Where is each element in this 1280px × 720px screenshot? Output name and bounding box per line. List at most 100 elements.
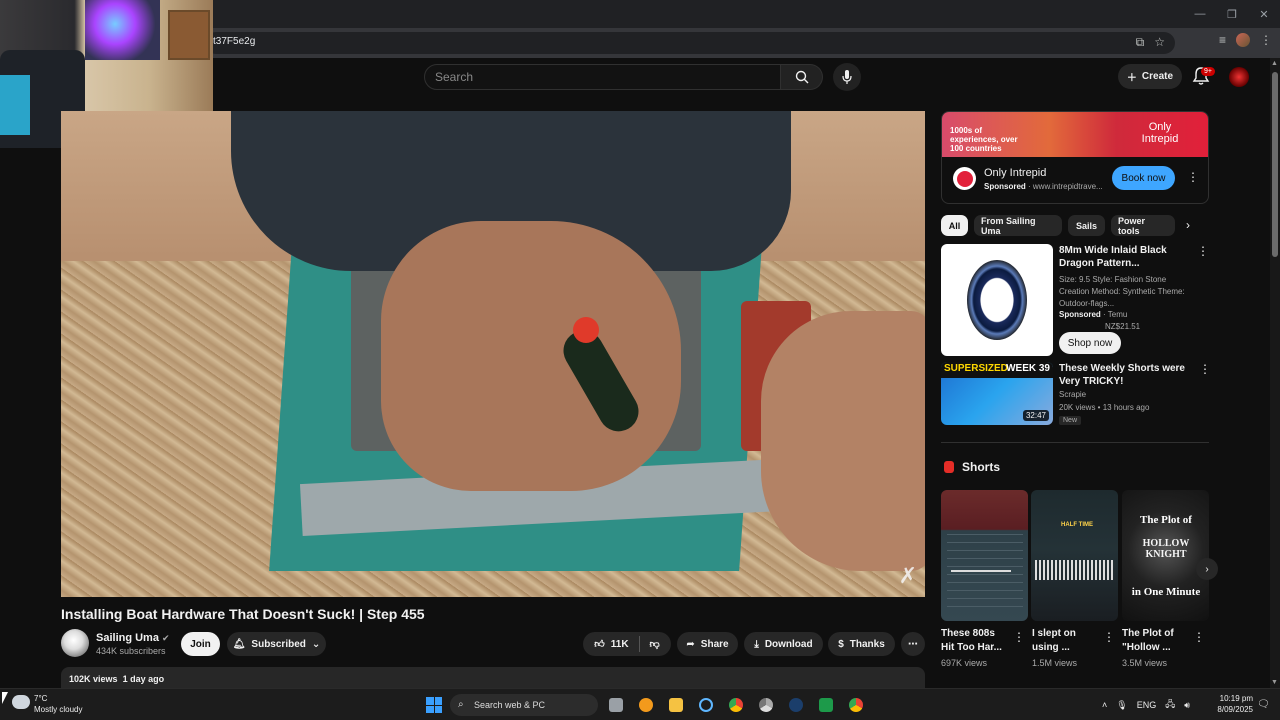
taskbar-search[interactable]: Search web & PC [450, 694, 598, 716]
address-bar[interactable]: t37F5e2g ⧉ ☆ [205, 32, 1175, 54]
scroll-up-arrow-icon[interactable]: ▲ [1271, 60, 1278, 67]
cortana-icon[interactable] [696, 694, 716, 716]
like-dislike-group: 👍︎ 11K 👎︎ [583, 632, 671, 656]
ad-menu-icon[interactable]: ⋮ [1187, 170, 1199, 184]
short-views-3: 3.5M views [1122, 658, 1168, 668]
shop-now-button[interactable]: Shop now [1059, 332, 1121, 354]
subscribed-button[interactable]: 🔔︎ Subscribed ⌄ [227, 632, 326, 656]
chip-all[interactable]: All [941, 215, 968, 236]
recommended-video-menu-icon[interactable]: ⋮ [1199, 362, 1211, 376]
search-button[interactable] [781, 64, 823, 90]
dislike-button[interactable]: 👎︎ [650, 638, 660, 650]
short-title-2[interactable]: I slept on using ... [1032, 627, 1102, 655]
taskbar-clock[interactable]: 10:19 pm 8/09/2025 [1213, 693, 1253, 715]
short-thumbnail-2[interactable]: HALF TIME [1031, 490, 1118, 621]
search-input[interactable]: Search [424, 64, 781, 90]
weather-temperature[interactable]: 7°C [34, 694, 47, 703]
video-title: Installing Boat Hardware That Doesn't Su… [61, 606, 425, 622]
windows-start-icon[interactable] [426, 697, 442, 713]
intrepid-logo-icon [956, 170, 973, 187]
book-now-button[interactable]: Book now [1112, 166, 1175, 190]
browser-menu-icon[interactable]: ⋮ [1260, 33, 1272, 47]
join-button[interactable]: Join [181, 632, 220, 656]
short-2-menu-icon[interactable]: ⋮ [1103, 630, 1115, 644]
verified-badge-icon: ✔ [161, 633, 170, 643]
weather-cloud-icon[interactable] [12, 695, 30, 709]
language-indicator[interactable]: ENG [1137, 700, 1157, 710]
like-button[interactable]: 👍︎ 11K [594, 638, 628, 651]
description-box[interactable]: 102K views 1 day ago [61, 667, 925, 689]
minimize-icon[interactable]: — [1184, 0, 1216, 28]
file-explorer-icon[interactable] [666, 694, 686, 716]
scroll-down-arrow-icon[interactable]: ▼ [1271, 679, 1278, 686]
short-title-1[interactable]: These 808s Hit Too Har... [941, 627, 1011, 655]
ad-banner-brand: Only Intrepid [1141, 121, 1179, 145]
share-arrow-icon: ➦ [686, 638, 695, 650]
ad-advertiser-name[interactable]: Only Intrepid [984, 167, 1046, 179]
product-menu-icon[interactable]: ⋮ [1197, 244, 1209, 258]
chrome-profile-icon[interactable] [846, 694, 866, 716]
chip-sails[interactable]: Sails [1068, 215, 1105, 236]
thumb-text-left: SUPERSIZED [944, 363, 1008, 374]
share-button[interactable]: ➦ Share [677, 632, 738, 656]
short-thumbnail-1[interactable] [941, 490, 1028, 621]
webcam-picture-frame [168, 10, 210, 60]
chevron-right-icon[interactable]: › [1186, 218, 1190, 232]
shorts-logo-icon [944, 461, 954, 473]
chrome-icon[interactable] [726, 694, 746, 716]
browser-profile-avatar[interactable] [1236, 33, 1250, 47]
maximize-icon[interactable]: ❐ [1216, 0, 1248, 28]
more-actions-button[interactable]: ⋯ [901, 632, 925, 656]
voice-search-button[interactable] [833, 63, 861, 91]
product-thumbnail[interactable] [941, 244, 1053, 356]
recommended-video-channel[interactable]: Scrapie [1059, 390, 1086, 399]
account-avatar[interactable] [1229, 67, 1249, 87]
ad-sponsored-line: Sponsored · www.intrepidtrave... [984, 182, 1103, 191]
cast-icon[interactable]: ⧉ [1136, 35, 1145, 50]
short-3-menu-icon[interactable]: ⋮ [1193, 630, 1205, 644]
chip-power-tools[interactable]: Power tools [1111, 215, 1175, 236]
ad-domain: · www.intrepidtrave... [1028, 182, 1103, 191]
download-button[interactable]: ⤓ Download [744, 632, 823, 656]
scrollbar-thumb[interactable] [1272, 72, 1278, 257]
volume-icon[interactable]: 🔊︎ [1184, 700, 1190, 711]
chrome-alt-icon[interactable] [756, 694, 776, 716]
super-thanks-icon: $ [838, 638, 844, 650]
notification-count-badge: 9+ [1201, 67, 1215, 76]
chevron-up-icon[interactable]: ˄ [1102, 700, 1107, 710]
microphone-tray-icon[interactable]: 🎙︎ [1116, 700, 1127, 711]
fl-studio-icon[interactable] [636, 694, 656, 716]
notification-center-icon[interactable]: 🗨︎ [1257, 699, 1270, 710]
ad-banner-image[interactable]: 1000s of experiences, over 100 countries… [942, 112, 1208, 157]
plus-icon: ＋ [1126, 73, 1137, 84]
short-thumbnail-3[interactable]: The Plot of HOLLOW KNIGHT in One Minute [1122, 490, 1209, 621]
ad-advertiser-logo[interactable] [953, 167, 976, 190]
steam-icon[interactable] [786, 694, 806, 716]
video-player[interactable]: ✗ [61, 111, 925, 597]
short-1-daw-grid [947, 534, 1023, 614]
chip-from-sailing-uma[interactable]: From Sailing Uma [974, 215, 1062, 236]
media-controls-icon[interactable]: ≡ [1219, 33, 1226, 47]
short-1-automation-line [951, 570, 1011, 572]
video-frame-pen-cap [573, 317, 599, 343]
task-view-icon[interactable] [606, 694, 626, 716]
recommended-video-title[interactable]: These Weekly Shorts were Very TRICKY! [1059, 362, 1199, 388]
product-title[interactable]: 8Mm Wide Inlaid Black Dragon Pattern... [1059, 244, 1189, 270]
close-icon[interactable]: ✕ [1248, 0, 1280, 28]
shorts-next-button[interactable]: › [1196, 558, 1218, 580]
sponsored-ad-card[interactable]: 1000s of experiences, over 100 countries… [941, 111, 1209, 204]
create-button[interactable]: ＋ Create [1118, 64, 1182, 89]
page-scrollbar[interactable]: ▲ ▼ [1270, 58, 1280, 688]
channel-name[interactable]: Sailing Uma ✔ [96, 632, 170, 644]
thanks-button[interactable]: $ Thanks [828, 632, 895, 656]
short-1-menu-icon[interactable]: ⋮ [1013, 630, 1025, 644]
spreadsheet-app-icon[interactable] [816, 694, 836, 716]
channel-watermark-icon[interactable]: ✗ [899, 563, 917, 589]
network-icon[interactable]: 🖧 [1165, 697, 1175, 713]
channel-avatar[interactable] [61, 629, 89, 657]
short-3-thumb-line2: HOLLOW KNIGHT [1142, 538, 1190, 560]
short-title-3[interactable]: The Plot of "Hollow ... [1122, 627, 1192, 655]
weather-description[interactable]: Mostly cloudy [34, 705, 82, 714]
recommended-video-thumbnail[interactable]: SUPERSIZED WEEK 39 32:47 [941, 362, 1053, 425]
bookmark-star-icon[interactable]: ☆ [1154, 35, 1165, 50]
